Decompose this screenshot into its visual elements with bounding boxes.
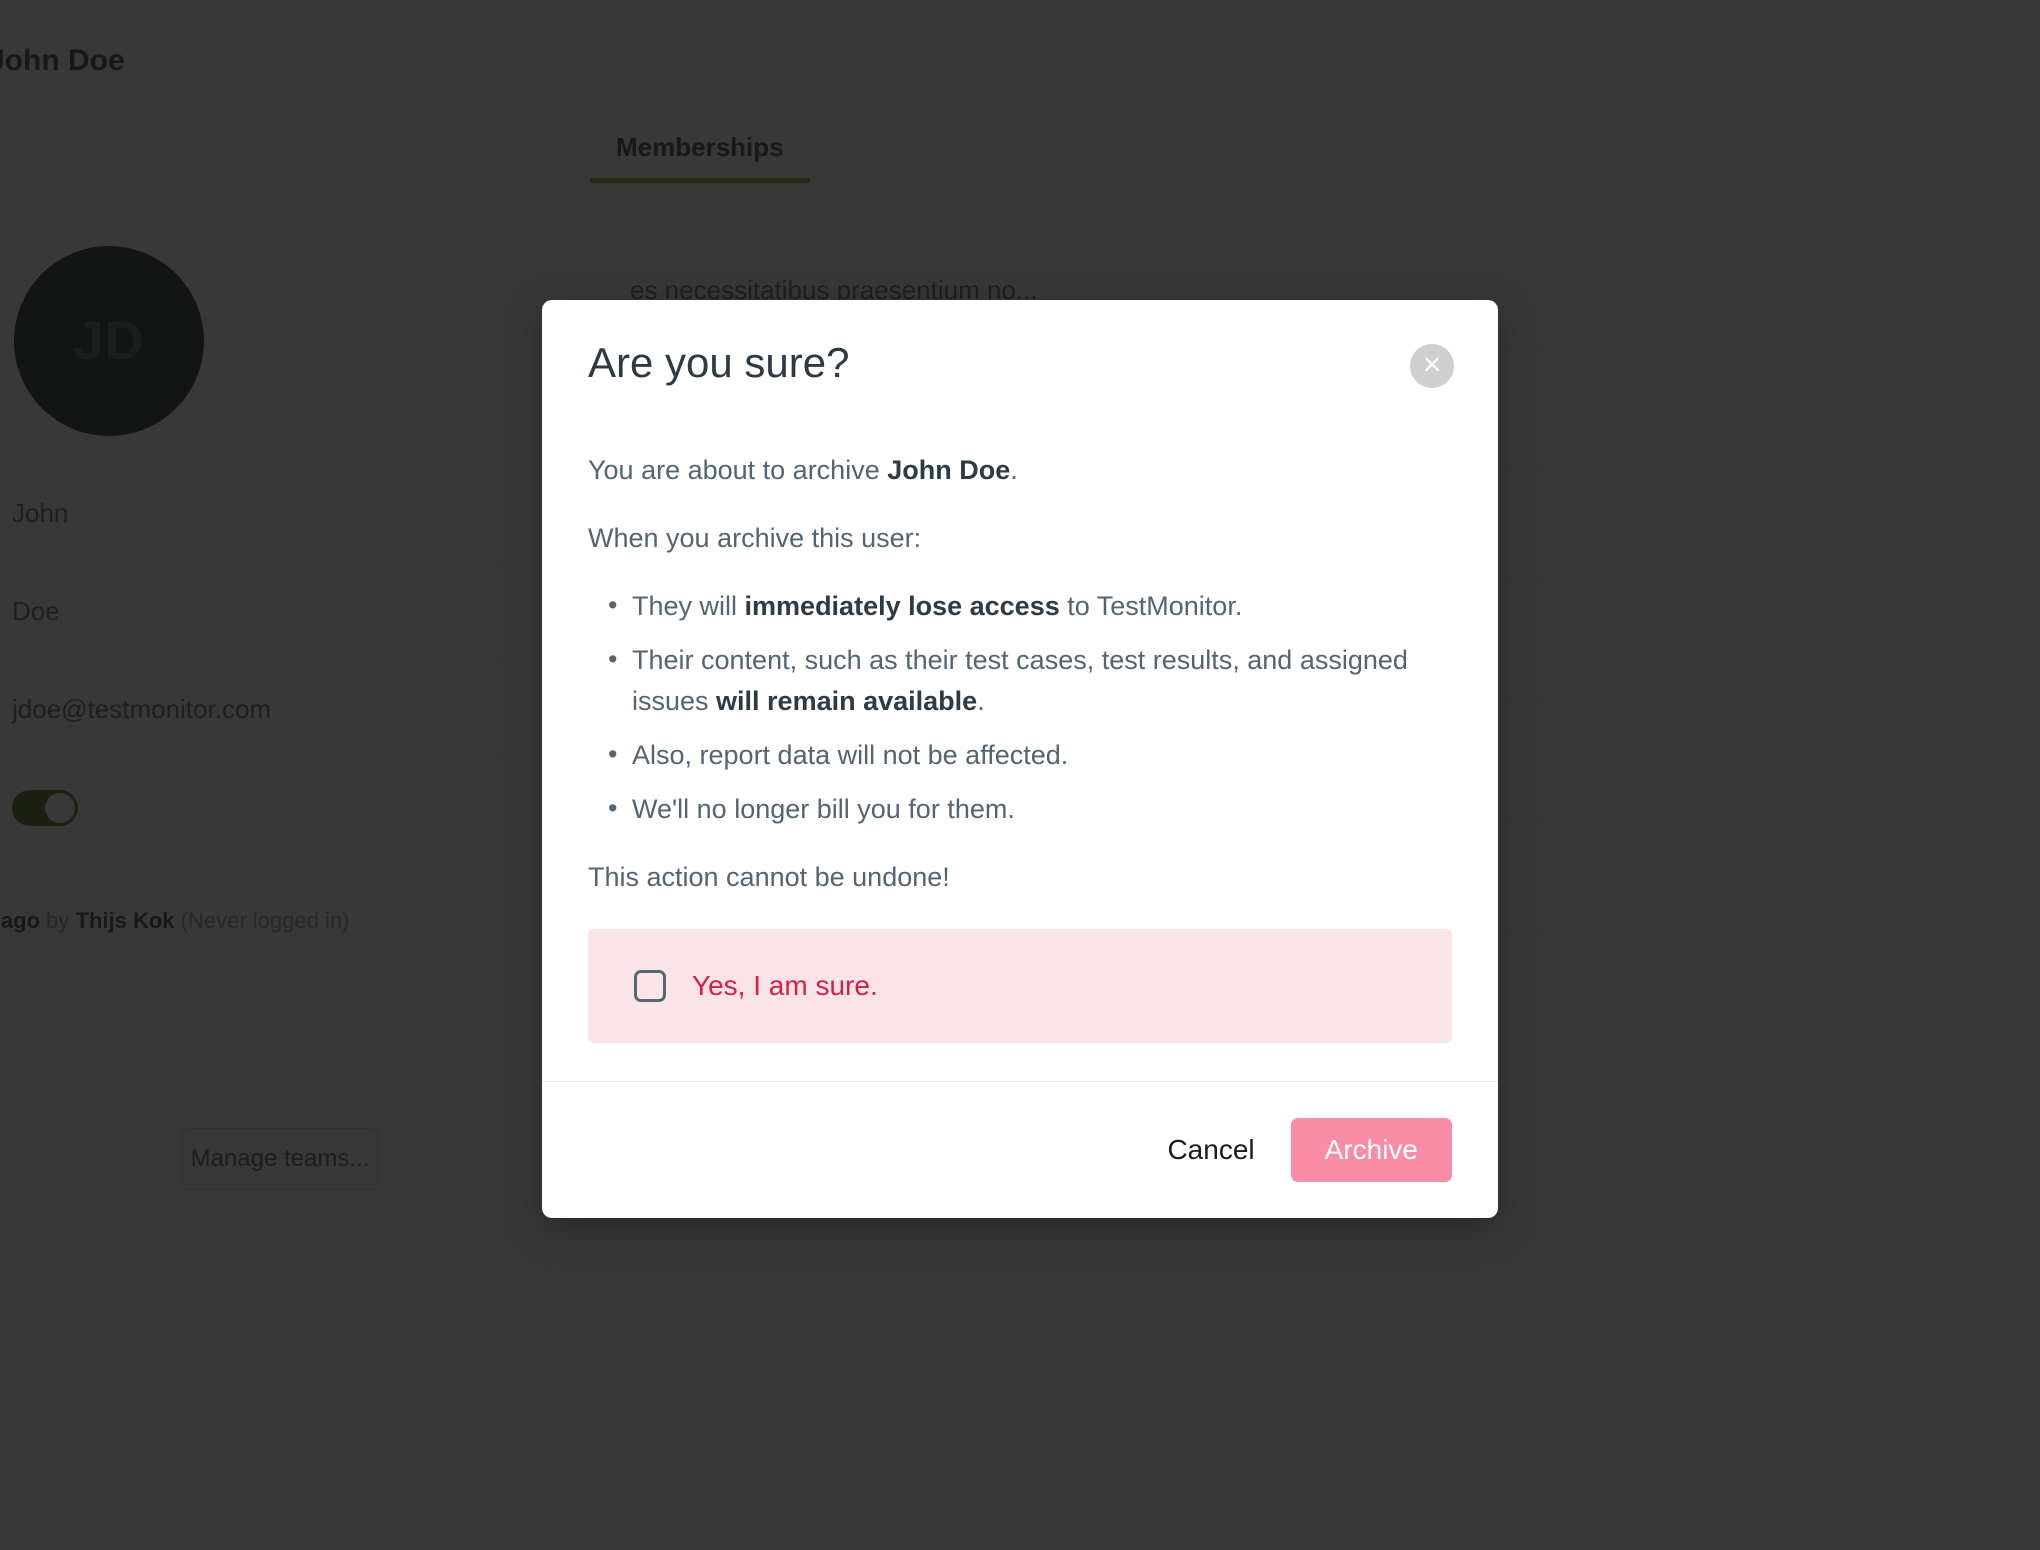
list-item: We'll no longer bill you for them. bbox=[588, 788, 1452, 831]
archive-intro-text: You are about to archive John Doe. bbox=[588, 450, 1452, 492]
archive-confirmation-dialog: Are you sure? ✕ You are about to archive… bbox=[542, 300, 1498, 1218]
close-icon[interactable]: ✕ bbox=[1410, 344, 1454, 388]
list-item: They will immediately lose access to Tes… bbox=[588, 585, 1452, 628]
bullet-part: They will bbox=[632, 590, 745, 621]
dialog-title: Are you sure? bbox=[588, 339, 850, 386]
intro-suffix: . bbox=[1010, 455, 1018, 485]
confirm-checkbox-label[interactable]: Yes, I am sure. bbox=[692, 970, 878, 1002]
cancel-button[interactable]: Cancel bbox=[1159, 1124, 1262, 1176]
archive-button[interactable]: Archive bbox=[1290, 1117, 1452, 1182]
dialog-footer: Cancel Archive bbox=[542, 1080, 1498, 1218]
intro-subject: John Doe bbox=[887, 455, 1011, 485]
archive-lead-text: When you archive this user: bbox=[588, 522, 922, 553]
bullet-part: We'll no longer bill you for them. bbox=[632, 794, 1015, 825]
confirm-checkbox[interactable] bbox=[634, 969, 666, 1002]
list-item: Their content, such as their test cases,… bbox=[588, 639, 1452, 724]
archive-warning-text: This action cannot be undone! bbox=[588, 861, 950, 892]
bullet-part: to TestMonitor. bbox=[1059, 590, 1243, 621]
bullet-part-bold: will remain available bbox=[716, 686, 978, 717]
bullet-part: . bbox=[977, 686, 985, 717]
archive-consequences-list: They will immediately lose access to Tes… bbox=[588, 585, 1452, 831]
dialog-body: You are about to archive John Doe. When … bbox=[542, 412, 1498, 1043]
list-item: Also, report data will not be affected. bbox=[588, 734, 1452, 777]
bullet-part: Also, report data will not be affected. bbox=[632, 740, 1069, 771]
intro-prefix: You are about to archive bbox=[588, 455, 888, 485]
confirmation-box: Yes, I am sure. bbox=[588, 928, 1452, 1043]
bullet-part-bold: immediately lose access bbox=[744, 590, 1060, 621]
dialog-header: Are you sure? ✕ bbox=[542, 300, 1498, 412]
